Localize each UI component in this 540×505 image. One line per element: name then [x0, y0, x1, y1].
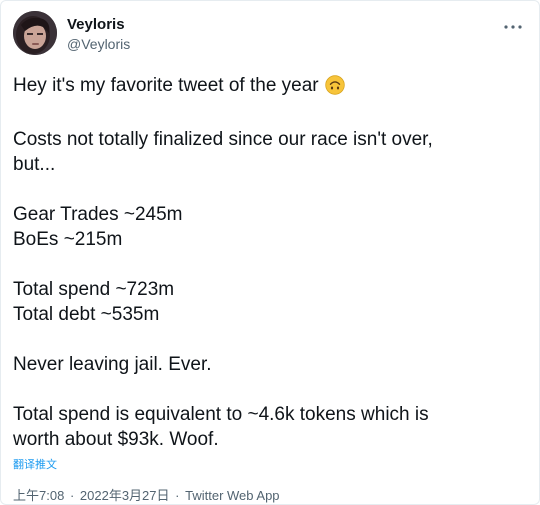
tweet-line: Never leaving jail. Ever.: [13, 354, 212, 375]
avatar[interactable]: [13, 11, 57, 55]
tweet-paragraph: Never leaving jail. Ever.: [13, 352, 523, 377]
tweet-line: but...: [13, 154, 56, 175]
tweet-paragraph: Hey it's my favorite tweet of the year: [13, 73, 523, 102]
tweet-source[interactable]: Twitter Web App: [185, 488, 279, 503]
tweet-paragraph: Total spend is equivalent to ~4.6k token…: [13, 402, 523, 452]
tweet-paragraph: Gear Trades ~245m BoEs ~215m: [13, 202, 523, 252]
tweet-line: Total spend is equivalent to ~4.6k token…: [13, 404, 429, 425]
tweet-text: Hey it's my favorite tweet of the year C…: [13, 73, 523, 452]
tweet-paragraph: Costs not totally finalized since our ra…: [13, 127, 523, 177]
translate-tweet-link[interactable]: 翻译推文: [13, 458, 57, 472]
tweet-line: Costs not totally finalized since our ra…: [13, 129, 433, 150]
meta-separator: ·: [175, 488, 180, 503]
handle[interactable]: @Veyloris: [67, 35, 130, 53]
tweet-paragraph: Total spend ~723m Total debt ~535m: [13, 277, 523, 327]
tweet-line: worth about $93k. Woof.: [13, 429, 219, 450]
tweet-line: BoEs ~215m: [13, 229, 123, 250]
tweet-line: Hey it's my favorite tweet of the year: [13, 75, 319, 96]
tweet-line: Total debt ~535m: [13, 304, 160, 325]
tweet-time[interactable]: 上午7:08: [13, 488, 64, 503]
tweet-line: Gear Trades ~245m: [13, 204, 183, 225]
author-block: Veyloris @Veyloris: [67, 15, 130, 53]
meta-separator: ·: [69, 488, 75, 503]
tweet-date[interactable]: 2022年3月27日: [80, 488, 170, 503]
tweet-metadata: 上午7:08 · 2022年3月27日 · Twitter Web App: [13, 488, 280, 504]
tweet-header: Veyloris @Veyloris: [13, 11, 527, 57]
more-dots-icon[interactable]: [501, 19, 525, 35]
display-name[interactable]: Veyloris: [67, 15, 130, 34]
upside-down-face-emoji: [324, 75, 345, 102]
tweet-card: Veyloris @Veyloris Hey it's my favorite …: [0, 0, 540, 505]
tweet-line: Total spend ~723m: [13, 279, 175, 300]
